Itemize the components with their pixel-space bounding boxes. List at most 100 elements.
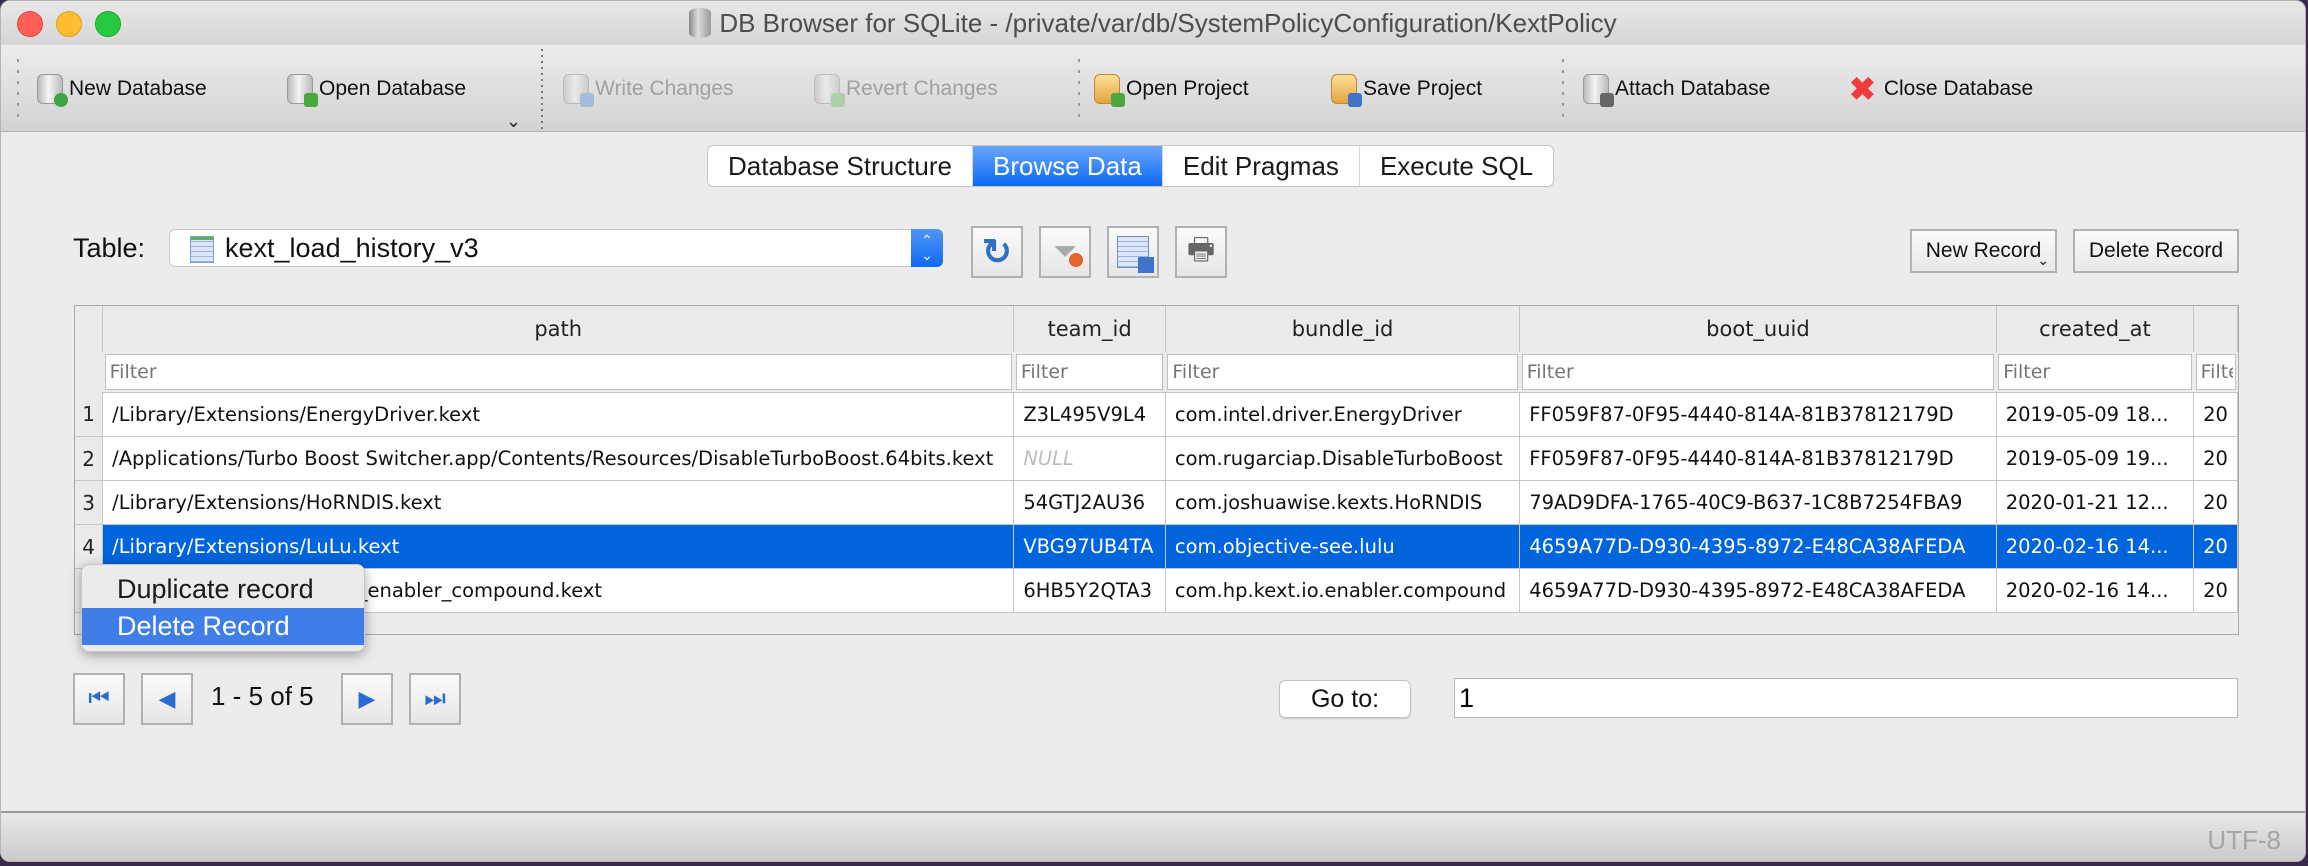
close-database-label: Close Database [1883, 77, 2034, 100]
new-database-button[interactable]: New Database [37, 73, 207, 107]
filter-input-created-at[interactable] [1998, 354, 2192, 390]
filter-input-path[interactable] [104, 354, 1012, 390]
cell-team-id[interactable]: 6HB5Y2QTA3 [1013, 568, 1166, 613]
cell-bundle-id[interactable]: com.hp.kext.io.enabler.compound [1164, 568, 1521, 613]
cell-bundle-id[interactable]: com.intel.driver.EnergyDriver [1164, 392, 1521, 437]
tab-execute-sql[interactable]: Execute SQL [1360, 146, 1553, 186]
open-project-label: Open Project [1126, 77, 1249, 100]
cell-boot-uuid[interactable]: FF059F87-0F95-4440-814A-81B37812179D [1519, 436, 1997, 481]
cell-team-id[interactable]: VBG97UB4TA [1013, 524, 1166, 569]
column-header-team-id[interactable]: team_id [1013, 306, 1166, 352]
tab-edit-pragmas[interactable]: Edit Pragmas [1163, 146, 1360, 186]
table-row[interactable]: 1 /Library/Extensions/EnergyDriver.kext … [75, 392, 2238, 437]
toolbar-grip[interactable] [1078, 59, 1080, 117]
cell-created-at[interactable]: 2020-01-21 12... [1995, 480, 2195, 525]
row-number[interactable]: 3 [75, 480, 103, 525]
save-project-button[interactable]: Save Project [1331, 73, 1482, 107]
cell-created-at[interactable]: 2019-05-09 18... [1995, 392, 2195, 437]
last-page-button[interactable]: ⏭ [409, 673, 461, 725]
table-row[interactable]: 3 /Library/Extensions/HoRNDIS.kext 54GTJ… [75, 480, 2238, 525]
filter-input-team-id[interactable] [1015, 354, 1164, 390]
new-record-dropdown-icon[interactable]: ⌄ [2037, 252, 2049, 269]
filter-input-boot-uuid[interactable] [1521, 354, 1995, 390]
new-record-button[interactable]: New Record ⌄ [1910, 229, 2057, 273]
cell-team-id[interactable]: NULL [1013, 436, 1166, 481]
row-number[interactable]: 1 [75, 392, 103, 437]
table-row[interactable]: 2 /Applications/Turbo Boost Switcher.app… [75, 436, 2238, 481]
close-database-button[interactable]: ✖ Close Database [1849, 71, 2034, 107]
column-header-path[interactable]: path [102, 306, 1015, 352]
cell-path[interactable]: /Library/Extensions/HoRNDIS.kext [102, 480, 1015, 525]
column-header-next[interactable] [2193, 306, 2238, 352]
next-page-icon: ▶ [358, 686, 376, 711]
cell-boot-uuid[interactable]: 79AD9DFA-1765-40C9-B637-1C8B7254FBA9 [1519, 480, 1997, 525]
save-project-icon [1331, 74, 1362, 107]
filter-input-bundle-id[interactable] [1167, 354, 1518, 390]
cell-created-at[interactable]: 2020-02-16 14... [1995, 524, 2195, 569]
cell-bundle-id[interactable]: com.joshuawise.kexts.HoRNDIS [1164, 480, 1521, 525]
select-stepper-icon[interactable]: ⌃ ⌄ [911, 229, 943, 267]
toolbar-grip[interactable] [17, 59, 19, 117]
goto-input[interactable] [1454, 678, 2238, 718]
cell-next[interactable]: 20 [2193, 480, 2238, 525]
window-title: DB Browser for SQLite - /private/var/db/… [1, 1, 2305, 45]
cell-next[interactable]: 20 [2193, 568, 2238, 613]
cell-boot-uuid[interactable]: FF059F87-0F95-4440-814A-81B37812179D [1519, 392, 1997, 437]
cell-bundle-id[interactable]: com.objective-see.lulu [1164, 524, 1521, 569]
page-info: 1 - 5 of 5 [211, 681, 314, 711]
filter-cell [1519, 352, 1997, 393]
toolbar-grip[interactable] [1562, 59, 1564, 117]
previous-page-icon: ◀ [158, 686, 176, 711]
column-header-bundle-id[interactable]: bundle_id [1165, 306, 1521, 352]
cell-next[interactable]: 20 [2193, 524, 2238, 569]
row-number[interactable]: 2 [75, 436, 103, 481]
cell-path[interactable]: /Library/Extensions/LuLu.kext [102, 524, 1015, 569]
table-select-value: kext_load_history_v3 [225, 233, 479, 263]
toolbar-dropdown-chevron-icon[interactable]: ⌄ [506, 111, 521, 132]
tab-browse-data[interactable]: Browse Data [973, 146, 1163, 186]
title-bar: DB Browser for SQLite - /private/var/db/… [1, 1, 2305, 46]
cell-boot-uuid[interactable]: 4659A77D-D930-4395-8972-E48CA38AFEDA [1519, 524, 1997, 569]
write-changes-button[interactable]: Write Changes [563, 73, 734, 107]
first-page-button[interactable]: ⏮ [73, 673, 125, 725]
app-window: DB Browser for SQLite - /private/var/db/… [0, 0, 2306, 862]
clear-filters-button[interactable]: ⏷ [1039, 226, 1091, 278]
table-row[interactable]: 5 /Library/Extensions/hp_io_enabler_comp… [75, 568, 2238, 613]
cell-team-id[interactable]: Z3L495V9L4 [1013, 392, 1166, 437]
filter-input-next[interactable] [2195, 354, 2236, 390]
open-project-icon [1094, 74, 1125, 107]
goto-button[interactable]: Go to: [1279, 680, 1411, 718]
header-row: path team_id bundle_id boot_uuid created… [75, 306, 2238, 352]
next-page-button[interactable]: ▶ [341, 673, 393, 725]
table-select[interactable]: kext_load_history_v3 ⌃ ⌄ [169, 229, 943, 267]
filter-row-spacer [75, 352, 103, 393]
save-table-as-button[interactable] [1107, 226, 1159, 278]
cell-next[interactable]: 20 [2193, 436, 2238, 481]
cell-next[interactable]: 20 [2193, 392, 2238, 437]
column-header-boot-uuid[interactable]: boot_uuid [1519, 306, 1997, 352]
cell-boot-uuid[interactable]: 4659A77D-D930-4395-8972-E48CA38AFEDA [1519, 568, 1997, 613]
menu-item-delete-record[interactable]: Delete Record [82, 608, 364, 645]
delete-record-button[interactable]: Delete Record [2073, 229, 2239, 273]
cell-path[interactable]: /Library/Extensions/EnergyDriver.kext [102, 392, 1015, 437]
cell-created-at[interactable]: 2020-02-16 14... [1995, 568, 2195, 613]
cell-team-id[interactable]: 54GTJ2AU36 [1013, 480, 1166, 525]
delete-record-label: Delete Record [2088, 239, 2224, 262]
refresh-button[interactable]: ↻ [971, 226, 1023, 278]
menu-item-duplicate-record[interactable]: Duplicate record [82, 571, 364, 608]
cell-path[interactable]: /Applications/Turbo Boost Switcher.app/C… [102, 436, 1015, 481]
row-number[interactable]: 4 [75, 524, 103, 569]
open-project-button[interactable]: Open Project [1094, 73, 1249, 107]
cell-bundle-id[interactable]: com.rugarciap.DisableTurboBoost [1164, 436, 1521, 481]
previous-page-button[interactable]: ◀ [141, 673, 193, 725]
table-row-selected[interactable]: 4 /Library/Extensions/LuLu.kext VBG97UB4… [75, 524, 2238, 569]
cell-created-at[interactable]: 2019-05-09 19... [1995, 436, 2195, 481]
tab-database-structure[interactable]: Database Structure [708, 146, 974, 186]
revert-changes-button[interactable]: Revert Changes [814, 73, 998, 107]
attach-database-button[interactable]: Attach Database [1583, 73, 1770, 107]
refresh-icon: ↻ [981, 231, 1013, 272]
open-database-button[interactable]: Open Database [287, 73, 466, 107]
print-button[interactable]: 🖶 [1175, 226, 1227, 278]
column-header-created-at[interactable]: created_at [1996, 306, 2195, 352]
database-icon [689, 8, 712, 38]
